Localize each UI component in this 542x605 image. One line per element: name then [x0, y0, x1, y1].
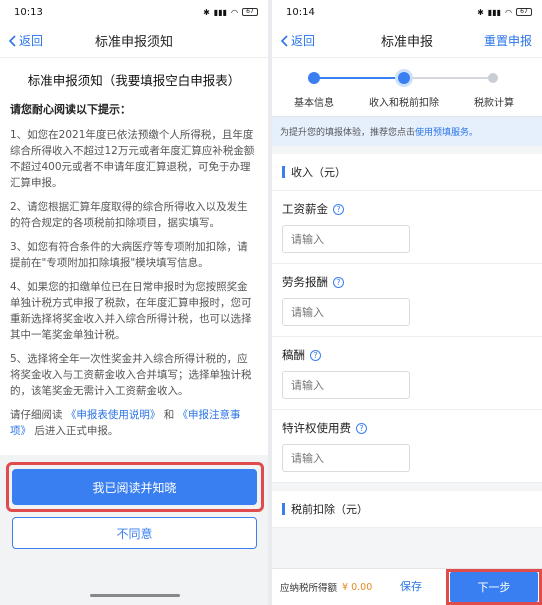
next-highlight-box — [446, 569, 542, 605]
taxable-income-value: ¥ 0.00 — [342, 581, 373, 593]
section-marker — [282, 503, 285, 515]
chevron-left-icon — [8, 34, 16, 47]
labor-input[interactable] — [282, 298, 410, 326]
status-time: 10:13 — [14, 6, 43, 18]
step-label-basic-info: 基本信息 — [294, 98, 334, 109]
wifi-icon: ◠ — [231, 7, 238, 17]
wifi-icon: ◠ — [505, 7, 512, 17]
status-icons: ✱ ▮▮▮ ◠ 67 — [203, 8, 258, 17]
salary-input[interactable] — [282, 225, 410, 253]
income-field-salary: 工资薪金? — [272, 191, 542, 264]
income-field-royalty: 稿酬? — [272, 337, 542, 410]
signal-icon: ▮▮▮ — [213, 7, 228, 17]
step-line-todo — [404, 77, 494, 79]
disagree-button[interactable]: 不同意 — [12, 517, 257, 549]
prefill-link[interactable]: 使用预填服务。 — [415, 128, 478, 138]
section-marker — [282, 166, 285, 178]
help-icon[interactable]: ? — [333, 276, 344, 288]
back-label: 返回 — [19, 34, 44, 48]
income-section-header: 收入（元） — [272, 154, 542, 191]
agree-button[interactable]: 我已阅读并知晓 — [12, 469, 257, 505]
status-bar: 10:14 ✱ ▮▮▮ ◠ 67 — [272, 0, 542, 24]
progress-stepper: 基本信息 收入和税前扣除 税款计算 — [272, 58, 542, 116]
notice-content: 标准申报须知（我要填报空白申报表） 请您耐心阅读以下提示： 1、如您在2021年… — [0, 58, 268, 439]
bluetooth-icon: ✱ — [203, 7, 210, 17]
notice-intro: 请您耐心阅读以下提示： — [10, 103, 131, 116]
notice-item: 4、如果您的扣缴单位已在日常申报时为您按照奖金单独计税方式申报了税款，在年度汇算… — [10, 281, 252, 341]
home-indicator — [90, 594, 180, 597]
left-screen: 10:13 ✱ ▮▮▮ ◠ 67 返回 标准申报须知 标准申报须知（我要填报空白… — [0, 0, 268, 605]
back-button[interactable]: 返回 — [8, 32, 43, 49]
help-icon[interactable]: ? — [333, 203, 344, 215]
nav-bar: 返回 标准申报 重置申报 — [272, 24, 542, 58]
usage-guide-link[interactable]: 《申报表使用说明》 — [66, 409, 161, 421]
income-field-franchise: 特许权使用费? — [272, 410, 542, 483]
notice-item: 3、如您有符合条件的大病医疗等专项附加扣除，请提前在"专项附加扣除填报"模块填写… — [10, 241, 248, 269]
notice-heading: 标准申报须知（我要填报空白申报表） — [27, 73, 241, 88]
step-label-tax-calc: 税款计算 — [474, 98, 514, 109]
save-button[interactable]: 保存 — [400, 578, 422, 594]
back-label: 返回 — [291, 34, 316, 48]
signal-icon: ▮▮▮ — [487, 7, 502, 17]
franchise-input[interactable] — [282, 444, 410, 472]
bluetooth-icon: ✱ — [477, 7, 484, 17]
status-icons: ✱ ▮▮▮ ◠ 67 — [477, 8, 532, 17]
help-icon[interactable]: ? — [356, 422, 367, 434]
notice-item: 1、如您在2021年度已依法预缴个人所得税，且年度综合所得收入不超过12万元或者… — [10, 129, 255, 189]
reset-button[interactable]: 重置申报 — [484, 32, 532, 49]
notice-item: 5、选择将全年一次性奖金并入综合所得计税的，应将奖金收入与工资薪金收入合并填写；… — [10, 353, 252, 397]
notice-outro: 请仔细阅读 《申报表使用说明》 和 《申报注意事项》 后进入正式申报。 — [10, 409, 241, 437]
step-label-income: 收入和税前扣除 — [369, 98, 439, 109]
battery-icon: 67 — [516, 8, 532, 16]
status-time: 10:14 — [286, 6, 315, 18]
royalty-input[interactable] — [282, 371, 410, 399]
notice-item: 2、请您根据汇算年度取得的综合所得收入以及发生的符合规定的各项税前扣除项目，据实… — [10, 201, 248, 229]
prefill-tip: 为提升您的填报体验，推荐您点击使用预填服务。 — [272, 116, 542, 146]
step-dot-income — [398, 72, 410, 84]
status-bar: 10:13 ✱ ▮▮▮ ◠ 67 — [0, 0, 268, 24]
battery-icon: 67 — [242, 8, 258, 16]
chevron-left-icon — [280, 34, 288, 47]
help-icon[interactable]: ? — [310, 349, 321, 361]
taxable-income-label: 应纳税所得额 — [280, 583, 338, 594]
back-button[interactable]: 返回 — [280, 32, 315, 49]
step-dot-basic-info — [308, 72, 320, 84]
nav-bar: 返回 标准申报须知 — [0, 24, 268, 58]
step-dot-tax-calc — [488, 73, 498, 83]
step-line-done — [314, 77, 404, 79]
deduction-section-header: 税前扣除（元） — [272, 491, 542, 528]
right-screen: 10:14 ✱ ▮▮▮ ◠ 67 返回 标准申报 重置申报 基本信息 收入和税前… — [272, 0, 542, 605]
income-field-labor: 劳务报酬? — [272, 264, 542, 337]
